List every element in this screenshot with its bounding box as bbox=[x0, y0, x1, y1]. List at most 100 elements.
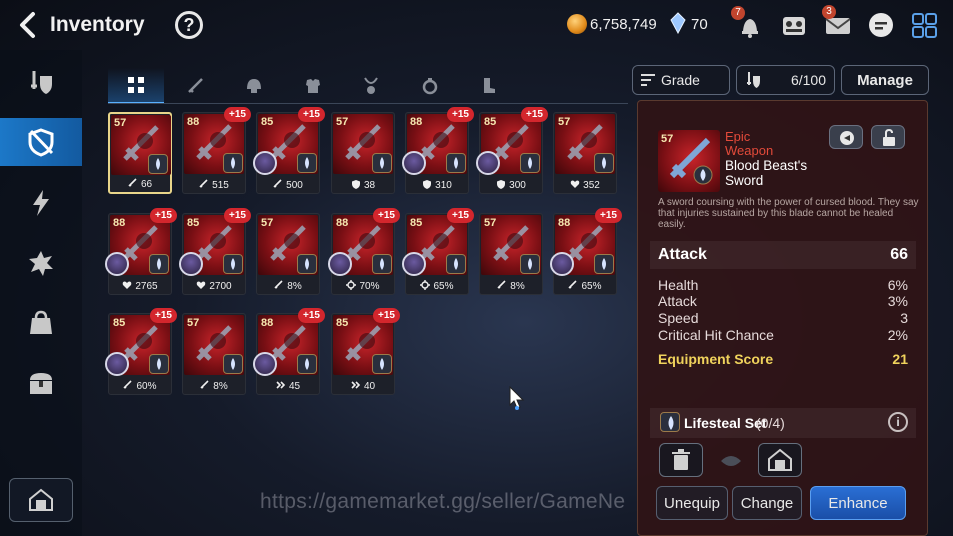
item-stat: 515 bbox=[183, 179, 245, 191]
tab-weapon[interactable] bbox=[167, 68, 223, 104]
grade-filter-button[interactable]: Grade bbox=[632, 65, 730, 95]
trash-icon[interactable] bbox=[659, 443, 703, 477]
set-icon bbox=[297, 354, 317, 374]
detail-grade: Epic bbox=[725, 129, 751, 144]
detail-item-name: Blood Beast's Sword bbox=[725, 158, 808, 188]
enhance-badge: +15 bbox=[447, 107, 474, 122]
item-level: 85 bbox=[261, 116, 274, 128]
inventory-item[interactable]: 57 66 bbox=[108, 112, 172, 194]
sword-shield-icon bbox=[31, 71, 52, 94]
set-icon bbox=[372, 354, 392, 374]
inventory-item[interactable]: 85 +15 300 bbox=[476, 107, 548, 194]
item-stat: 38 bbox=[332, 179, 394, 191]
hero-avatar bbox=[476, 151, 500, 175]
gold-amount: 6,758,749 bbox=[590, 16, 657, 33]
item-level: 57 bbox=[336, 116, 349, 128]
set-count: (0/4) bbox=[756, 415, 785, 431]
storage-house-icon[interactable] bbox=[758, 443, 802, 477]
item-level: 85 bbox=[410, 217, 423, 229]
enhance-badge: +15 bbox=[224, 107, 251, 122]
item-stat: 60% bbox=[109, 380, 171, 392]
sidebar-item-unequipped[interactable] bbox=[0, 118, 82, 166]
inventory-item[interactable]: 88 +15 45 bbox=[253, 308, 325, 395]
inventory-item[interactable]: 85 +15 500 bbox=[253, 107, 325, 194]
tab-necklace[interactable] bbox=[343, 68, 399, 104]
change-button[interactable]: Change bbox=[732, 486, 802, 520]
share-icon[interactable] bbox=[829, 125, 863, 149]
item-stat: 45 bbox=[257, 380, 319, 392]
chat-icon[interactable] bbox=[866, 10, 896, 40]
speed-icon bbox=[276, 381, 289, 392]
info-icon[interactable]: i bbox=[888, 412, 908, 432]
mail-badge: 3 bbox=[822, 5, 836, 19]
inventory-item[interactable]: 88 +15 515 bbox=[182, 107, 251, 194]
team-icon[interactable] bbox=[779, 10, 809, 40]
item-level: 85 bbox=[113, 317, 126, 329]
sidebar-item-equipment[interactable] bbox=[0, 57, 82, 107]
attack-icon bbox=[497, 280, 510, 292]
gem-amount: 70 bbox=[691, 16, 708, 33]
tab-armor[interactable] bbox=[285, 68, 341, 104]
grid-menu-icon[interactable] bbox=[910, 10, 940, 40]
sort-icon bbox=[641, 74, 655, 86]
helmet-icon bbox=[247, 79, 261, 93]
inventory-item[interactable]: 57 38 bbox=[331, 112, 395, 194]
item-stat-value: 352 bbox=[583, 180, 600, 191]
capacity-value: 6/100 bbox=[790, 72, 826, 88]
unequip-button[interactable]: Unequip bbox=[656, 486, 728, 520]
inventory-item[interactable]: 85 +15 40 bbox=[331, 308, 400, 395]
capacity-button[interactable]: 6/100 bbox=[736, 65, 835, 95]
help-icon[interactable]: ? bbox=[175, 11, 203, 39]
sidebar-item-bag[interactable] bbox=[0, 298, 82, 348]
manage-button[interactable]: Manage bbox=[841, 65, 929, 95]
hero-avatar bbox=[253, 352, 277, 376]
tab-helmet[interactable] bbox=[226, 68, 282, 104]
back-arrow-icon[interactable] bbox=[14, 10, 42, 40]
equipment-score-label: Equipment Score bbox=[658, 351, 774, 367]
boots-icon bbox=[484, 78, 495, 93]
ring-icon bbox=[422, 78, 438, 95]
enhance-badge: +15 bbox=[150, 208, 177, 223]
speed-icon bbox=[351, 381, 364, 392]
item-level: 85 bbox=[484, 116, 497, 128]
inventory-item[interactable]: 57 8% bbox=[256, 213, 320, 295]
lock-icon[interactable] bbox=[871, 125, 905, 149]
inventory-item[interactable]: 85 +15 60% bbox=[105, 308, 177, 395]
hero-avatar bbox=[105, 252, 129, 276]
enhance-badge: +15 bbox=[595, 208, 622, 223]
item-stat: 500 bbox=[257, 179, 319, 191]
inventory-item[interactable]: 85 +15 65% bbox=[402, 208, 474, 295]
enhance-button[interactable]: Enhance bbox=[810, 486, 906, 520]
item-stat-value: 8% bbox=[510, 281, 525, 292]
inventory-item[interactable]: 88 +15 70% bbox=[328, 208, 400, 295]
item-stat: 66 bbox=[110, 178, 170, 190]
inventory-item[interactable]: 88 +15 310 bbox=[402, 107, 474, 194]
item-level: 88 bbox=[410, 116, 423, 128]
sidebar-item-materials[interactable] bbox=[0, 238, 82, 288]
enhance-badge: +15 bbox=[521, 107, 548, 122]
inventory-item[interactable]: 57 8% bbox=[479, 213, 543, 295]
inventory-item[interactable]: 85 +15 2700 bbox=[179, 208, 251, 295]
substat-label: Health bbox=[658, 277, 699, 293]
set-icon bbox=[446, 254, 466, 274]
item-stat-value: 65% bbox=[433, 281, 454, 292]
mouse-cursor-icon bbox=[509, 385, 525, 415]
set-icon bbox=[520, 254, 540, 274]
main-stat-value: 66 bbox=[890, 246, 908, 263]
inventory-item[interactable]: 57 8% bbox=[182, 313, 246, 395]
sword-shield-icon bbox=[747, 72, 760, 88]
inventory-item[interactable]: 88 +15 65% bbox=[550, 208, 622, 295]
inventory-item[interactable]: 57 352 bbox=[553, 112, 617, 194]
set-name: Lifesteal Set bbox=[684, 415, 767, 431]
inventory-item[interactable]: 88 +15 2765 bbox=[105, 208, 177, 295]
storage-house-icon[interactable] bbox=[9, 478, 73, 522]
sidebar-item-chest[interactable] bbox=[0, 358, 82, 408]
tab-all[interactable] bbox=[108, 68, 164, 104]
item-stat: 2765 bbox=[109, 280, 171, 292]
sidebar-item-artifacts[interactable] bbox=[0, 178, 82, 228]
defense-icon bbox=[496, 180, 509, 191]
tab-ring[interactable] bbox=[402, 68, 458, 104]
item-stat-value: 38 bbox=[363, 180, 376, 191]
hero-avatar bbox=[328, 252, 352, 276]
tab-boots[interactable] bbox=[460, 68, 516, 104]
